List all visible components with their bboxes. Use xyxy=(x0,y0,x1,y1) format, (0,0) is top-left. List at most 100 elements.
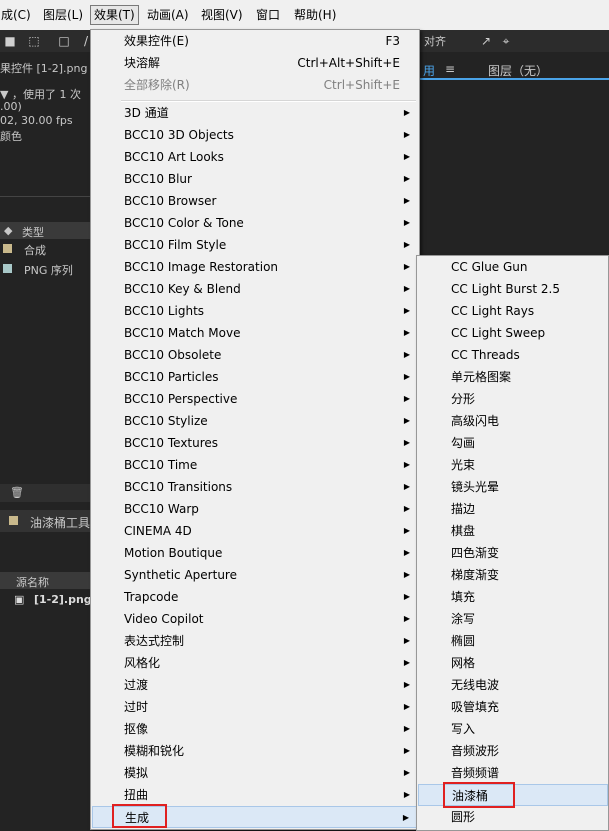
menu-window[interactable]: 窗口 xyxy=(253,6,283,24)
submenu-item-effect[interactable]: 勾画 xyxy=(418,432,608,454)
submenu-item-effect[interactable]: 吸管填充 xyxy=(418,696,608,718)
menu-item-label: Trapcode xyxy=(124,590,179,604)
menu-help[interactable]: 帮助(H) xyxy=(291,6,339,24)
submenu-item-effect[interactable]: CC Threads xyxy=(418,344,608,366)
menu-item-label: Video Copilot xyxy=(124,612,204,626)
menu-item-category[interactable]: BCC10 Color & Tone ▶ xyxy=(92,212,418,234)
menu-item-category[interactable]: 3D 通道 ▶ xyxy=(92,102,418,124)
menu-item-category[interactable]: BCC10 Time ▶ xyxy=(92,454,418,476)
submenu-item-effect[interactable]: 高级闪电 xyxy=(418,410,608,432)
submenu-item-effect[interactable]: 椭圆 xyxy=(418,630,608,652)
menu-lines-icon[interactable]: ≡ xyxy=(445,62,455,76)
menu-item-category[interactable]: BCC10 Blur ▶ xyxy=(92,168,418,190)
source-row[interactable]: [1-2].png xyxy=(34,593,92,606)
submenu-item-effect[interactable]: 圆形 xyxy=(418,806,608,828)
trash-icon[interactable]: 🗑 xyxy=(10,486,24,499)
menu-view[interactable]: 视图(V) xyxy=(198,6,246,24)
menu-item-category[interactable]: BCC10 Stylize ▶ xyxy=(92,410,418,432)
region-icon[interactable]: ⬚ xyxy=(26,33,42,49)
menu-item-category[interactable]: BCC10 Image Restoration ▶ xyxy=(92,256,418,278)
menu-item-category[interactable]: BCC10 Film Style ▶ xyxy=(92,234,418,256)
submenu-arrow-icon: ▶ xyxy=(402,813,409,822)
submenu-item-effect[interactable]: 涂写 xyxy=(418,608,608,630)
menu-item-label: 模拟 xyxy=(124,766,149,780)
menu-item-category[interactable]: 模拟 ▶ xyxy=(92,762,418,784)
menu-item-label: BCC10 Image Restoration xyxy=(124,260,279,274)
menu-animation[interactable]: 动画(A) xyxy=(144,6,192,24)
submenu-item-effect[interactable]: 单元格图案 xyxy=(418,366,608,388)
menu-item-category[interactable]: 抠像 ▶ xyxy=(92,718,418,740)
menu-composition[interactable]: 成(C) xyxy=(0,6,34,24)
submenu-item-effect[interactable]: 棋盘 xyxy=(418,520,608,542)
type-column-header[interactable]: 类型 xyxy=(22,224,44,240)
menu-item-category[interactable]: BCC10 Browser ▶ xyxy=(92,190,418,212)
submenu-item-label: CC Threads xyxy=(451,348,520,362)
submenu-item-label: 四色渐变 xyxy=(451,546,500,560)
submenu-item-effect[interactable]: 梯度渐变 xyxy=(418,564,608,586)
crosshair-icon[interactable]: ⌖ xyxy=(498,33,514,49)
menu-item-block-dissolve[interactable]: 块溶解 Ctrl+Alt+Shift+E xyxy=(92,52,418,74)
menu-item-label: CINEMA 4D xyxy=(124,524,192,538)
menu-item-category[interactable]: 扭曲 ▶ xyxy=(92,784,418,806)
submenu-item-effect[interactable]: 镜头光晕 xyxy=(418,476,608,498)
type-row-png[interactable]: PNG 序列 xyxy=(24,262,73,278)
menu-item-category[interactable]: CINEMA 4D ▶ xyxy=(92,520,418,542)
layer-none-label: 图层（无） xyxy=(488,64,549,78)
submenu-item-effect[interactable]: 光束 xyxy=(418,454,608,476)
submenu-item-effect[interactable]: 描边 xyxy=(418,498,608,520)
menu-item-category[interactable]: BCC10 Art Looks ▶ xyxy=(92,146,418,168)
submenu-item-effect[interactable]: 网格 xyxy=(418,652,608,674)
submenu-item-effect[interactable]: CC Light Burst 2.5 xyxy=(418,278,608,300)
menu-item-category[interactable]: BCC10 3D Objects ▶ xyxy=(92,124,418,146)
submenu-item-label: 单元格图案 xyxy=(451,370,512,384)
submenu-item-effect[interactable]: 填充 xyxy=(418,586,608,608)
menu-item-label: BCC10 Key & Blend xyxy=(124,282,241,296)
menu-item-category[interactable]: BCC10 Particles ▶ xyxy=(92,366,418,388)
type-row-composition[interactable]: 合成 xyxy=(24,242,46,258)
menu-effect[interactable]: 效果(T) xyxy=(90,5,139,25)
menu-item-category[interactable]: Synthetic Aperture ▶ xyxy=(92,564,418,586)
submenu-arrow-icon: ▶ xyxy=(403,460,410,469)
camera-icon[interactable]: ■ xyxy=(2,33,18,49)
submenu-item-effect[interactable]: 音频波形 xyxy=(418,740,608,762)
menu-item-category[interactable]: Video Copilot ▶ xyxy=(92,608,418,630)
menu-item-label: BCC10 Transitions xyxy=(124,480,233,494)
submenu-item-effect[interactable]: CC Light Sweep xyxy=(418,322,608,344)
menu-item-category[interactable]: BCC10 Transitions ▶ xyxy=(92,476,418,498)
menu-item-category[interactable]: 表达式控制 ▶ xyxy=(92,630,418,652)
menu-item-category[interactable]: BCC10 Lights ▶ xyxy=(92,300,418,322)
menu-item-category[interactable]: Trapcode ▶ xyxy=(92,586,418,608)
menu-item-label: BCC10 Art Looks xyxy=(124,150,224,164)
submenu-item-effect[interactable]: 分形 xyxy=(418,388,608,410)
comp-tab[interactable]: 油漆桶工具 xyxy=(0,510,90,532)
menu-item-effect-controls[interactable]: 效果控件(E) F3 xyxy=(92,30,418,52)
submenu-item-effect[interactable]: 无线电波 xyxy=(418,674,608,696)
submenu-item-effect[interactable]: CC Glue Gun xyxy=(418,256,608,278)
menu-item-category[interactable]: BCC10 Obsolete ▶ xyxy=(92,344,418,366)
menu-item-category[interactable]: BCC10 Match Move ▶ xyxy=(92,322,418,344)
submenu-item-effect[interactable]: CC Light Rays xyxy=(418,300,608,322)
menu-item-category[interactable]: 过渡 ▶ xyxy=(92,674,418,696)
submenu-item-effect[interactable]: 四色渐变 xyxy=(418,542,608,564)
menu-item-category[interactable]: 模糊和锐化 ▶ xyxy=(92,740,418,762)
layer-tab[interactable]: 用 xyxy=(423,62,435,79)
menu-item-category[interactable]: BCC10 Perspective ▶ xyxy=(92,388,418,410)
menu-layer[interactable]: 图层(L) xyxy=(40,6,86,24)
rectangle-icon[interactable]: □ xyxy=(56,33,72,49)
menu-item-category[interactable]: 风格化 ▶ xyxy=(92,652,418,674)
submenu-arrow-icon: ▶ xyxy=(403,746,410,755)
menu-item-category[interactable]: Motion Boutique ▶ xyxy=(92,542,418,564)
fps-info: 02, 30.00 fps xyxy=(0,114,73,127)
menu-item-category[interactable]: BCC10 Warp ▶ xyxy=(92,498,418,520)
expand-icon[interactable]: ↗ xyxy=(478,33,494,49)
source-name-header[interactable]: 源名称 xyxy=(16,574,49,590)
project-footer: 🗑 xyxy=(0,484,90,502)
submenu-item-effect[interactable]: 写入 xyxy=(418,718,608,740)
menu-item-category[interactable]: 过时 ▶ xyxy=(92,696,418,718)
menu-item-category[interactable]: BCC10 Textures ▶ xyxy=(92,432,418,454)
submenu-item-label: 填充 xyxy=(451,590,476,604)
menu-item-category[interactable]: BCC10 Key & Blend ▶ xyxy=(92,278,418,300)
color-info: 颜色 xyxy=(0,130,22,143)
menu-item-label: BCC10 Obsolete xyxy=(124,348,222,362)
submenu-item-effect[interactable]: 音频频谱 xyxy=(418,762,608,784)
